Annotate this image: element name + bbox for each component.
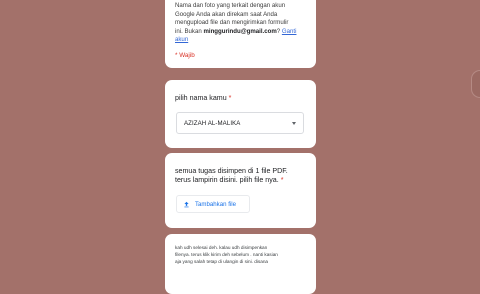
description-line: filenya. terus klik kirim deh sebelum . …	[175, 252, 278, 257]
question-title-line: terus lampirin disini. pilih file nya.	[175, 176, 279, 185]
description-line: aja yang salah tetap di ulangin di sini.…	[175, 259, 269, 264]
account-email: minggurindu@gmail.com	[203, 27, 277, 35]
required-mark: *	[280, 176, 284, 185]
account-info-text: Nama dan foto yang terkait dengan akun G…	[175, 2, 306, 45]
account-info-card: Nama dan foto yang terkait dengan akun G…	[165, 0, 316, 68]
question-card-file: semua tugas disimpen di 1 file PDF. teru…	[165, 153, 316, 228]
switch-account-link-cont[interactable]: akun	[175, 36, 188, 43]
name-dropdown[interactable]: AZIZAH AL-MALIKA	[176, 112, 304, 134]
description-line: kah udh selesai deh. kalau udh disimpenk…	[175, 245, 268, 250]
info-prefix: ini. Bukan	[175, 27, 202, 35]
switch-account-link[interactable]: Ganti	[282, 28, 297, 35]
question-card-name: pilih nama kamu * AZIZAH AL-MALIKA	[165, 80, 316, 148]
info-line: Google Anda akan direkam saat Anda	[175, 10, 278, 18]
description-text: kah udh selesai deh. kalau udh disimpenk…	[175, 244, 306, 265]
description-card: kah udh selesai deh. kalau udh disimpenk…	[165, 234, 316, 294]
required-note: * Wajib	[175, 51, 195, 59]
question-title: pilih nama kamu *	[175, 94, 306, 103]
form-column: Nama dan foto yang terkait dengan akun G…	[163, 0, 318, 294]
question-title: semua tugas disimpen di 1 file PDF. teru…	[175, 167, 306, 186]
add-file-label: Tambahkan file	[195, 200, 236, 208]
dropdown-caret-icon	[292, 121, 296, 125]
dropdown-selected-value: AZIZAH AL-MALIKA	[184, 119, 241, 127]
scroll-handle[interactable]	[471, 70, 480, 98]
info-line: Nama dan foto yang terkait dengan akun	[175, 2, 286, 9]
question-title-line: semua tugas disimpen di 1 file PDF.	[175, 167, 288, 175]
required-mark: *	[228, 94, 232, 102]
info-line: mengupload file dan mengirimkan formulir	[175, 19, 289, 27]
add-file-button[interactable]: Tambahkan file	[176, 195, 250, 213]
info-suffix: ?	[276, 27, 281, 35]
info-line-email: ini. Bukan minggurindu@gmail.com? Ganti	[175, 28, 306, 37]
upload-icon	[183, 201, 190, 208]
question-title-text: pilih nama kamu	[175, 94, 227, 102]
